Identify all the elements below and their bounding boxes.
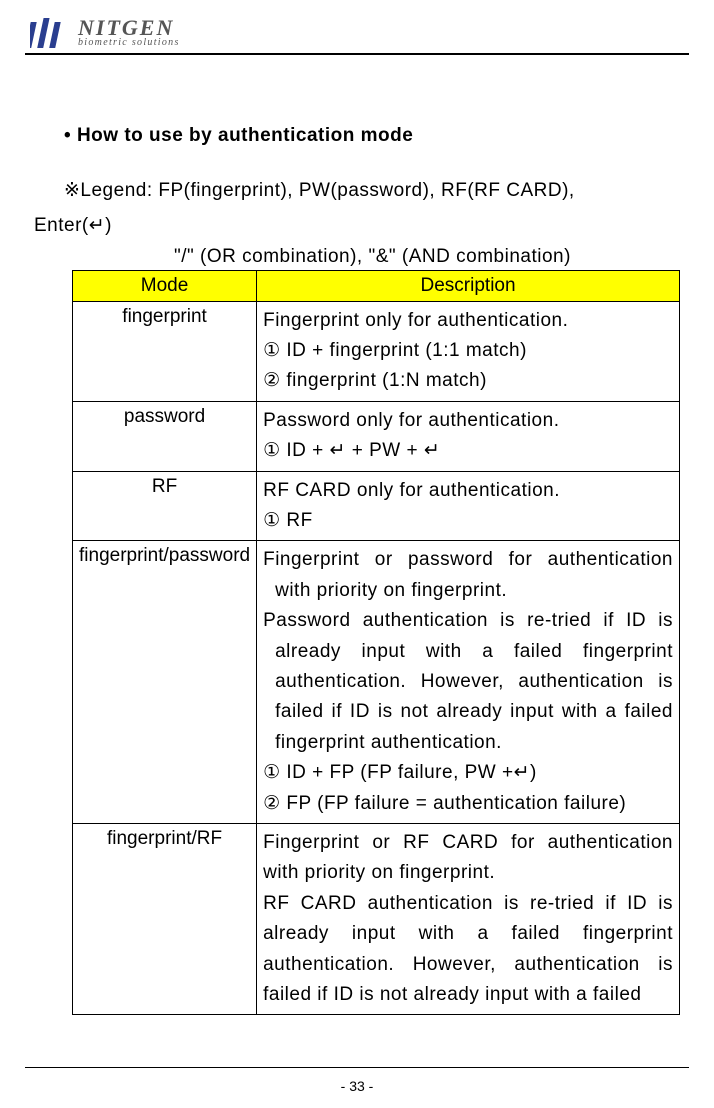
modes-table: Mode Description fingerprint Fingerprint…: [72, 270, 680, 1016]
desc-cell: Password only for authentication. ① ID +…: [257, 401, 680, 471]
desc-p2: Password authentication is re-tried if I…: [263, 606, 673, 758]
legend-line-1: ※Legend: FP(fingerprint), PW(password), …: [64, 175, 684, 206]
table-header-row: Mode Description: [73, 270, 680, 301]
table-row: RF RF CARD only for authentication. ① RF: [73, 471, 680, 541]
mode-cell: fingerprint: [73, 301, 257, 401]
desc-text: Password only for authentication. ① ID +…: [263, 410, 559, 461]
desc-p2: RF CARD authentication is re-tried if ID…: [263, 889, 673, 1011]
legend-line-3: "/" (OR combination), "&" (AND combinati…: [174, 246, 684, 268]
table-row: password Password only for authenticatio…: [73, 401, 680, 471]
table-row: fingerprint/password Fingerprint or pass…: [73, 541, 680, 824]
mode-cell: fingerprint/RF: [73, 823, 257, 1014]
table-row: fingerprint/RF Fingerprint or RF CARD fo…: [73, 823, 680, 1014]
desc-cell: Fingerprint only for authentication. ① I…: [257, 301, 680, 401]
mode-cell: RF: [73, 471, 257, 541]
table-row: fingerprint Fingerprint only for authent…: [73, 301, 680, 401]
header-divider: [25, 53, 689, 55]
brand-sub: biometric solutions: [78, 37, 180, 48]
desc-l2: ② FP (FP failure = authentication failur…: [263, 793, 626, 814]
desc-l1: ① ID + FP (FP failure, PW +↵): [263, 762, 537, 783]
mode-cell: password: [73, 401, 257, 471]
legend-line-2: Enter(↵): [34, 210, 684, 241]
col-mode: Mode: [73, 270, 257, 301]
page-number: - 33 -: [0, 1078, 714, 1094]
desc-p1: Fingerprint or password for authenticati…: [263, 545, 673, 606]
col-desc: Description: [257, 270, 680, 301]
mode-cell: fingerprint/password: [73, 541, 257, 824]
brand-name: NITGEN: [78, 18, 180, 38]
logo-icon: [30, 16, 70, 50]
section-title: How to use by authentication mode: [64, 125, 684, 147]
footer-divider: [25, 1067, 689, 1068]
header: NITGEN biometric solutions: [30, 16, 684, 50]
desc-text: Fingerprint only for authentication. ① I…: [263, 310, 568, 392]
desc-text: RF CARD only for authentication. ① RF: [263, 480, 560, 531]
desc-cell: RF CARD only for authentication. ① RF: [257, 471, 680, 541]
desc-p1: Fingerprint or RF CARD for authenticatio…: [263, 828, 673, 889]
brand-block: NITGEN biometric solutions: [78, 18, 180, 49]
desc-cell: Fingerprint or password for authenticati…: [257, 541, 680, 824]
page: NITGEN biometric solutions How to use by…: [0, 0, 714, 1108]
desc-cell: Fingerprint or RF CARD for authenticatio…: [257, 823, 680, 1014]
